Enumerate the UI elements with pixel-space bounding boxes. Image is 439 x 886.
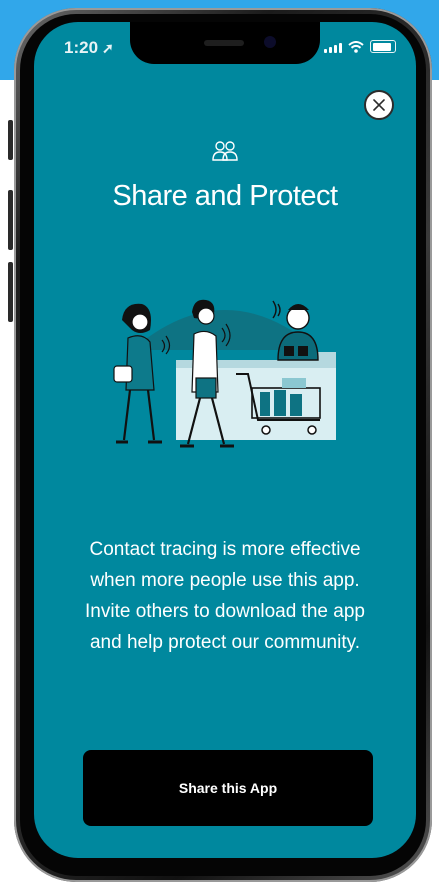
- status-time-label: 1:20: [64, 38, 99, 57]
- app-screen: 1:20 ➚ Share and Protect Contact tracing…: [34, 22, 416, 858]
- status-indicators: [324, 40, 396, 53]
- status-time: 1:20 ➚: [64, 38, 114, 58]
- page-title: Share and Protect: [112, 180, 338, 212]
- close-button[interactable]: [364, 90, 394, 120]
- description-text: Contact tracing is more effective when m…: [85, 539, 365, 653]
- close-icon: [373, 99, 385, 111]
- notch: [130, 22, 320, 64]
- contact-tracing-illustration: [113, 299, 336, 448]
- phone-volume-up-button: [8, 190, 13, 250]
- front-camera: [264, 36, 276, 48]
- cellular-signal-icon: [324, 43, 342, 53]
- phone-mute-switch: [8, 120, 13, 160]
- people-icon: [212, 141, 238, 161]
- speaker-grille: [204, 40, 244, 46]
- phone-volume-down-button: [8, 262, 13, 322]
- share-app-button[interactable]: Share this App: [83, 750, 373, 826]
- battery-icon: [370, 40, 396, 53]
- wifi-icon: [348, 41, 364, 53]
- location-arrow-icon: ➚: [102, 40, 114, 56]
